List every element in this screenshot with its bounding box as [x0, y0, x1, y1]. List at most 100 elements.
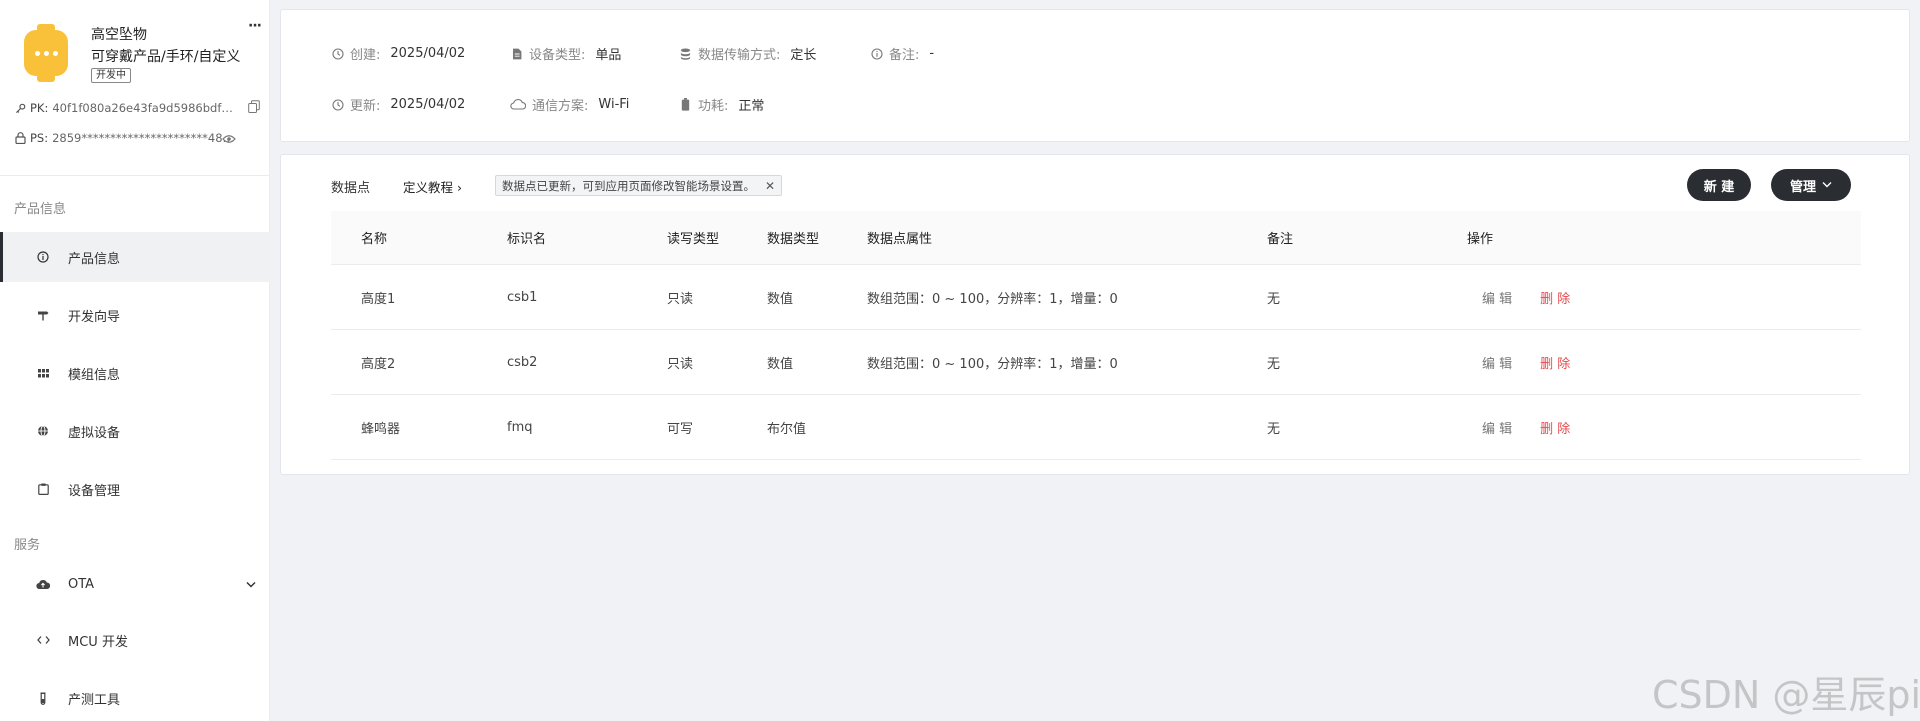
table-row: 高度1 csb1 只读 数值 数组范围：0 ~ 100，分辨率：1，增量：0 无…: [331, 265, 1861, 330]
info-icon: [36, 250, 50, 264]
remark-label: 备注:: [889, 48, 920, 63]
column-header: 名称: [361, 232, 388, 247]
info-created: 创建: 2025/04/02: [331, 44, 465, 63]
info-transfer: 数据传输方式: 定长: [679, 44, 816, 63]
updated-label: 更新:: [350, 99, 381, 114]
column-header: 数据类型: [767, 232, 820, 247]
cell-type: 布尔值: [767, 421, 807, 437]
signpost-icon: [36, 308, 50, 322]
cell-attr: 数组范围：0 ~ 100，分辨率：1，增量：0: [867, 356, 1118, 372]
tab-datapoints[interactable]: 数据点: [331, 177, 370, 196]
clock-icon: [331, 98, 344, 111]
clock-icon: [331, 47, 344, 60]
transfer-value: 定长: [790, 48, 817, 63]
more-options-icon[interactable]: ···: [248, 18, 262, 34]
sidebar-item-label: MCU 开发: [68, 634, 128, 650]
eye-icon[interactable]: [222, 132, 236, 148]
test-tube-icon: [36, 691, 50, 705]
key-icon: [14, 102, 26, 114]
transfer-label: 数据传输方式:: [698, 48, 781, 63]
device-type-value: 单品: [595, 48, 622, 63]
column-header: 读写类型: [667, 232, 720, 247]
info-power: 功耗: 正常: [679, 95, 764, 114]
clipboard-icon: [36, 482, 50, 496]
cell-name: 高度2: [361, 356, 396, 372]
edit-button[interactable]: 编 辑: [1482, 353, 1512, 372]
updated-value: 2025/04/02: [390, 97, 466, 112]
manage-button-label: 管理: [1789, 179, 1816, 195]
sidebar-item-module-info[interactable]: 模组信息: [0, 348, 270, 398]
battery-icon: [679, 98, 692, 111]
info-updated: 更新: 2025/04/02: [331, 95, 465, 114]
new-button[interactable]: 新 建: [1687, 169, 1751, 201]
copy-icon[interactable]: [248, 100, 260, 117]
ps-value: 2859**********************480c: [52, 131, 237, 145]
pk-label: PK:: [30, 101, 49, 115]
tutorial-link[interactable]: 定义教程 ›: [403, 177, 462, 196]
info-circle-icon: [870, 47, 883, 60]
sidebar: 高空坠物 ··· 可穿戴产品/手环/自定义 开发中 PK: 40f1f080a2…: [0, 0, 270, 721]
cell-rw: 可写: [667, 421, 694, 437]
sidebar-item-test-tool[interactable]: 产测工具: [0, 673, 270, 721]
sidebar-item-virtual-device[interactable]: 虚拟设备: [0, 406, 270, 456]
column-header: 数据点属性: [867, 232, 933, 247]
column-header: 标识名: [507, 232, 547, 247]
edit-button[interactable]: 编 辑: [1482, 288, 1512, 307]
cell-name: 蜂鸣器: [361, 421, 401, 437]
product-info-card: 创建: 2025/04/02 设备类型: 单品 数据传输方式: 定长 备注: -…: [280, 9, 1910, 142]
cell-name: 高度1: [361, 291, 396, 307]
datapoints-card: 数据点 定义教程 › 数据点已更新，可到应用页面修改智能场景设置。 ✕ 新 建 …: [280, 154, 1910, 475]
table-row: 高度2 csb2 只读 数值 数组范围：0 ~ 100，分辨率：1，增量：0 无…: [331, 330, 1861, 395]
product-name: 高空坠物: [91, 27, 147, 43]
cloud-upload-icon: [36, 577, 50, 591]
sidebar-item-label: 产测工具: [68, 692, 121, 708]
row-actions: 编 辑 删 除: [1482, 265, 1570, 329]
info-remark: 备注: -: [870, 44, 934, 63]
table-header: 名称 标识名 读写类型 数据类型 数据点属性 备注 操作: [331, 211, 1861, 265]
cell-rw: 只读: [667, 356, 694, 372]
cell-type: 数值: [767, 356, 794, 372]
sidebar-item-label: 开发向导: [68, 309, 121, 325]
datapoints-table: 名称 标识名 读写类型 数据类型 数据点属性 备注 操作 高度1 csb1 只读…: [331, 211, 1861, 460]
lock-icon: [14, 132, 26, 144]
sidebar-item-product-info[interactable]: 产品信息: [0, 232, 270, 282]
watermark: CSDN @星辰pid: [1652, 673, 1920, 717]
delete-button[interactable]: 删 除: [1540, 353, 1570, 372]
power-label: 功耗:: [698, 99, 729, 114]
comm-label: 通信方案:: [532, 99, 589, 114]
delete-button[interactable]: 删 除: [1540, 418, 1570, 437]
chevron-down-icon[interactable]: [246, 577, 256, 592]
group-title-service: 服务: [14, 538, 41, 553]
delete-button[interactable]: 删 除: [1540, 288, 1570, 307]
document-icon: [510, 47, 523, 60]
manage-button[interactable]: 管理: [1771, 169, 1851, 201]
ps-label: PS:: [30, 131, 49, 145]
cell-id: csb2: [507, 354, 538, 370]
column-header: 备注: [1267, 232, 1294, 247]
info-device-type: 设备类型: 单品: [510, 44, 621, 63]
cell-remark: 无: [1267, 291, 1281, 307]
product-header: 高空坠物 ··· 可穿戴产品/手环/自定义 开发中 PK: 40f1f080a2…: [0, 0, 269, 176]
database-icon: [679, 47, 692, 60]
sidebar-item-label: OTA: [68, 576, 95, 592]
sidebar-item-label: 模组信息: [68, 367, 121, 383]
created-value: 2025/04/02: [390, 46, 466, 61]
sidebar-item-dev-guide[interactable]: 开发向导: [0, 290, 270, 340]
code-icon: [36, 633, 50, 647]
product-key-row: PK: 40f1f080a26e43fa9d5986bdf2f0a: [14, 101, 236, 115]
close-icon[interactable]: ✕: [765, 179, 775, 193]
device-type-label: 设备类型:: [529, 48, 586, 63]
product-category: 可穿戴产品/手环/自定义: [91, 49, 241, 65]
remark-value: -: [929, 46, 935, 61]
sidebar-item-ota[interactable]: OTA: [0, 559, 270, 609]
sidebar-item-device-management[interactable]: 设备管理: [0, 464, 270, 514]
comm-value: Wi-Fi: [598, 97, 630, 112]
cell-id: fmq: [507, 419, 533, 435]
sidebar-item-mcu-dev[interactable]: MCU 开发: [0, 615, 270, 665]
cell-type: 数值: [767, 291, 794, 307]
sidebar-item-label: 设备管理: [68, 483, 121, 499]
pk-value: 40f1f080a26e43fa9d5986bdf2f0a: [52, 101, 237, 115]
notice-text: 数据点已更新，可到应用页面修改智能场景设置。: [502, 178, 755, 193]
update-notice: 数据点已更新，可到应用页面修改智能场景设置。 ✕: [495, 175, 783, 196]
edit-button[interactable]: 编 辑: [1482, 418, 1512, 437]
